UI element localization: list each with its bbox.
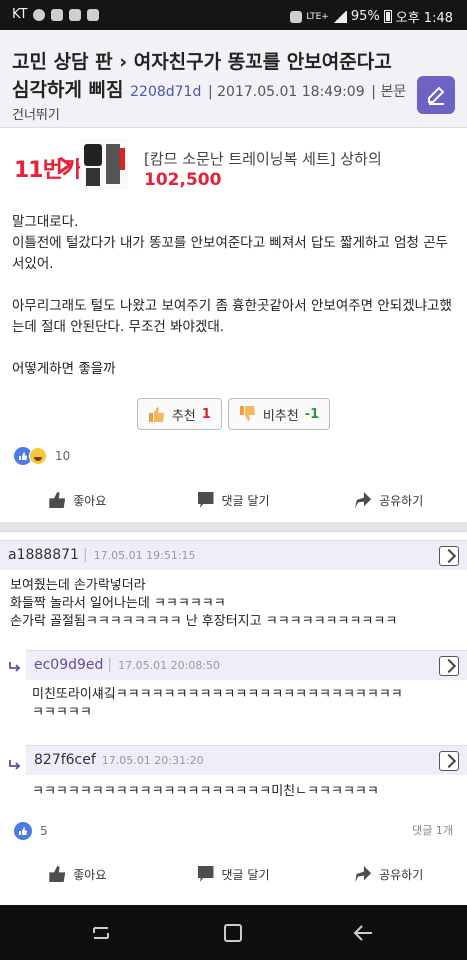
thumbs-up-icon <box>148 407 164 422</box>
share-label: 공유하기 <box>379 867 424 882</box>
share-button[interactable]: 공유하기 <box>311 480 467 520</box>
like-button[interactable]: 좋아요 <box>0 854 156 894</box>
ad-product-name: [캄므 소문난 트레이닝복 세트] 상하의 <box>144 150 382 168</box>
thumbs-down-icon <box>239 406 255 421</box>
post-reactions[interactable]: 10 <box>14 447 70 465</box>
reply-button[interactable] <box>439 656 459 676</box>
ad-banner[interactable]: 11번가 [캄므 소문난 트레이닝복 세트] 상하의 102,500 <box>0 128 467 200</box>
downvote-label: 비추천 <box>262 408 299 424</box>
upvote-count: 1 <box>201 406 211 422</box>
comment-author[interactable]: ec09d9ed | 17.05.01 20:08:50 <box>34 657 220 673</box>
comment-count[interactable]: 댓글 1개 <box>412 822 453 838</box>
comment-author[interactable]: 827f6cef 17.05.01 20:31:20 <box>34 752 204 768</box>
vote-bar: 추천 1 비추천 -1 <box>0 398 467 432</box>
board-name[interactable]: 고민 상담 판 <box>12 51 113 73</box>
share-button[interactable]: 공유하기 <box>311 854 467 894</box>
navigation-bar <box>0 905 467 960</box>
image-icon <box>69 8 82 21</box>
clock: 오후 1:48 <box>395 11 453 26</box>
author-separator: | <box>207 84 218 100</box>
comment-header: a1888871 | 17.05.01 19:51:15 <box>0 540 467 570</box>
reply-button[interactable] <box>439 751 459 771</box>
ad-price: 102,500 <box>144 170 222 190</box>
ad-product-image <box>80 138 128 190</box>
body-link[interactable]: 본문 <box>380 84 406 100</box>
comment-author[interactable]: a1888871 | 17.05.01 19:51:15 <box>8 547 196 563</box>
post-body: 말그대로다. 이틀전에 털갔다가 내가 똥꼬를 안보여준다고 삐져서 답도 짧게… <box>12 212 457 401</box>
edit-icon <box>87 8 100 21</box>
breadcrumb-separator: › <box>119 51 134 73</box>
post-paragraph: 어떻게하면 좋을까 <box>12 361 116 377</box>
reaction-count: 5 <box>40 824 48 838</box>
like-button[interactable]: 좋아요 <box>0 480 156 520</box>
post-paragraph: 아무리그래도 털도 나왔고 보여주기 좀 흉한곳같아서 안보여주면 안되겠냐고했… <box>12 298 452 335</box>
comment-icon <box>197 492 214 508</box>
comment-text: 보여줬는데 손가락넣더라 화들짝 놀라서 일어나는데 ㅋㅋㅋㅋㅋㅋ 손가락 골절… <box>10 578 398 629</box>
notification-icon <box>51 8 64 21</box>
haha-reaction-icon <box>29 447 47 465</box>
home-icon[interactable] <box>222 922 244 944</box>
comment-time: 17.05.01 20:31:20 <box>101 754 204 767</box>
upvote-label: 추천 <box>171 408 196 424</box>
thumbs-up-icon <box>49 492 66 508</box>
reply-arrow-icon <box>9 662 21 672</box>
post-header: 고민 상담 판 › 여자친구가 똥꼬를 안보여준다고 심각하게 삐짐 2208d… <box>0 30 467 128</box>
post-paragraph: 말그대로다. 이틀전에 털갔다가 내가 똥꼬를 안보여준다고 삐져서 답도 짧게… <box>12 214 449 272</box>
post-title: 고민 상담 판 › 여자친구가 똥꼬를 안보여준다고 심각하게 삐짐 2208d… <box>12 48 407 106</box>
comment-actions: 좋아요 댓글 달기 공유하기 <box>0 854 467 894</box>
reply-button[interactable] <box>439 546 459 566</box>
post-author-id[interactable]: 2208d71d <box>130 84 201 100</box>
comment-time: 17.05.01 19:51:15 <box>93 549 196 562</box>
like-label: 좋아요 <box>73 867 107 882</box>
battery-icon <box>383 10 392 23</box>
reply-arrow-icon <box>9 760 21 770</box>
network-label: LTE+ <box>306 11 329 22</box>
like-label: 좋아요 <box>73 493 107 508</box>
comment-header: ec09d9ed | 17.05.01 20:08:50 <box>26 650 467 680</box>
comment-text: ㅋㅋㅋㅋㅋㅋㅋㅋㅋㅋㅋㅋㅋㅋㅋㅋㅋㅋㅋㅋ미친ㄴㅋㅋㅋㅋㅋㅋ <box>32 784 379 799</box>
share-icon <box>355 492 372 508</box>
carrier-label: KT <box>12 7 28 22</box>
section-divider <box>0 522 467 532</box>
upvote-button[interactable]: 추천 1 <box>136 398 222 430</box>
downvote-count: -1 <box>304 406 320 422</box>
post-actions: 좋아요 댓글 달기 공유하기 <box>0 480 467 520</box>
comment-button[interactable]: 댓글 달기 <box>156 480 312 520</box>
share-label: 공유하기 <box>379 493 424 508</box>
comment-icon <box>197 866 214 882</box>
arrow-right-icon <box>59 156 73 174</box>
talk-icon <box>33 8 46 21</box>
comment-time: 17.05.01 20:08:50 <box>118 659 221 672</box>
share-icon <box>355 866 372 882</box>
write-button[interactable] <box>417 76 455 114</box>
post-datetime: 2017.05.01 18:49:09 <box>217 84 365 100</box>
hd-icon <box>290 10 303 23</box>
downvote-button[interactable]: 비추천 -1 <box>227 398 331 430</box>
comment-header: 827f6cef 17.05.01 20:31:20 <box>26 745 467 775</box>
comment-button[interactable]: 댓글 달기 <box>156 854 312 894</box>
signal-icon <box>332 10 347 23</box>
comment-label: 댓글 달기 <box>221 867 270 882</box>
pencil-icon <box>428 86 445 105</box>
back-icon[interactable] <box>352 922 374 944</box>
comment-text: 미친또라이섀깈ㅋㅋㅋㅋㅋㅋㅋㅋㅋㅋㅋㅋㅋㅋㅋㅋㅋㅋㅋㅋㅋㅋㅋㅋ ㅋㅋㅋㅋㅋ <box>32 687 403 720</box>
thumbs-up-icon <box>49 866 66 882</box>
comment-reactions[interactable]: 5 <box>14 822 48 840</box>
recent-apps-icon[interactable] <box>90 922 112 944</box>
comment-label: 댓글 달기 <box>221 493 270 508</box>
like-reaction-icon <box>14 822 32 840</box>
skip-link[interactable]: 건너뛰기 <box>12 104 60 123</box>
status-bar: KT LTE+ 95% 오후 1:48 <box>0 0 467 30</box>
reaction-count: 10 <box>55 449 71 463</box>
battery-percent: 95% <box>350 9 380 24</box>
